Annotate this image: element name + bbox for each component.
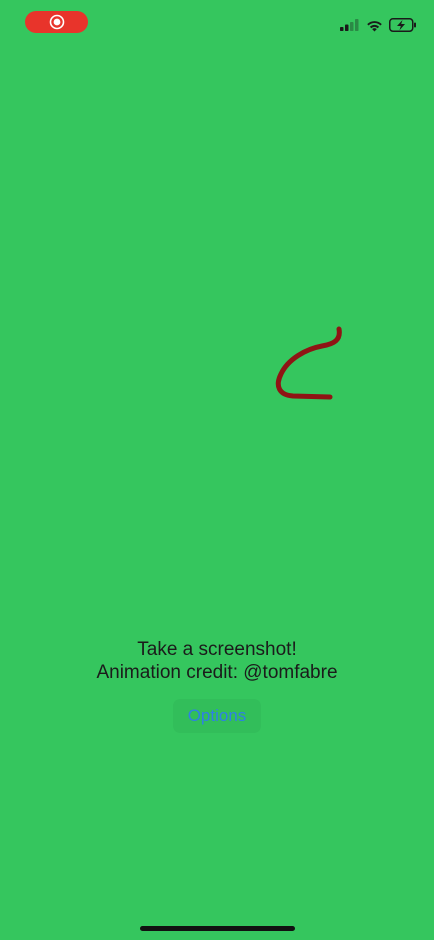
caption-line-credit: Animation credit: @tomfabre bbox=[96, 662, 338, 683]
caption-text: Take a screenshot! Animation credit: @to… bbox=[0, 638, 434, 684]
status-bar bbox=[0, 0, 434, 44]
battery-charging-icon bbox=[389, 18, 416, 32]
red-stroke-drawing bbox=[275, 326, 342, 400]
options-button[interactable]: Options bbox=[173, 699, 261, 733]
screen-recording-indicator[interactable] bbox=[25, 11, 88, 33]
wifi-icon bbox=[367, 20, 382, 31]
caption-line-screenshot: Take a screenshot! bbox=[137, 639, 297, 660]
cellular-signal-icon bbox=[340, 19, 359, 31]
status-icons bbox=[340, 15, 417, 35]
screen-record-icon bbox=[49, 14, 64, 30]
home-indicator[interactable] bbox=[140, 926, 295, 931]
app-screen: Take a screenshot! Animation credit: @to… bbox=[0, 0, 434, 940]
